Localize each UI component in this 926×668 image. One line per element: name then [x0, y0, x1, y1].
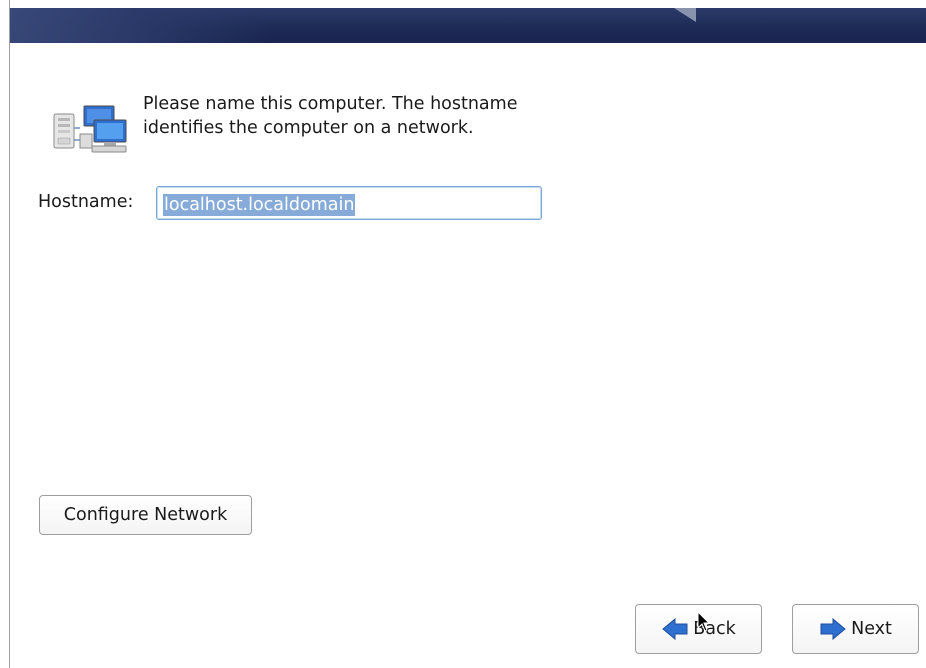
banner-texture [10, 8, 270, 43]
next-label: Next [851, 619, 892, 639]
arrow-left-icon [661, 617, 689, 641]
banner-decoration [674, 8, 696, 22]
mouse-pointer-icon [697, 610, 711, 633]
network-computers-icon [50, 100, 130, 160]
installer-window: Please name this computer. The hostname … [0, 0, 926, 668]
configure-network-button[interactable]: Configure Network [39, 495, 252, 535]
hostname-label: Hostname: [38, 192, 134, 212]
arrow-right-icon [819, 617, 847, 641]
header-banner [10, 8, 926, 43]
hostname-input[interactable] [157, 187, 541, 219]
intro-text: Please name this computer. The hostname … [143, 94, 518, 138]
configure-network-label: Configure Network [63, 505, 228, 525]
hostname-input-box[interactable]: localhost.localdomain [156, 186, 542, 220]
next-button[interactable]: Next [792, 604, 919, 654]
window-border [9, 0, 10, 668]
